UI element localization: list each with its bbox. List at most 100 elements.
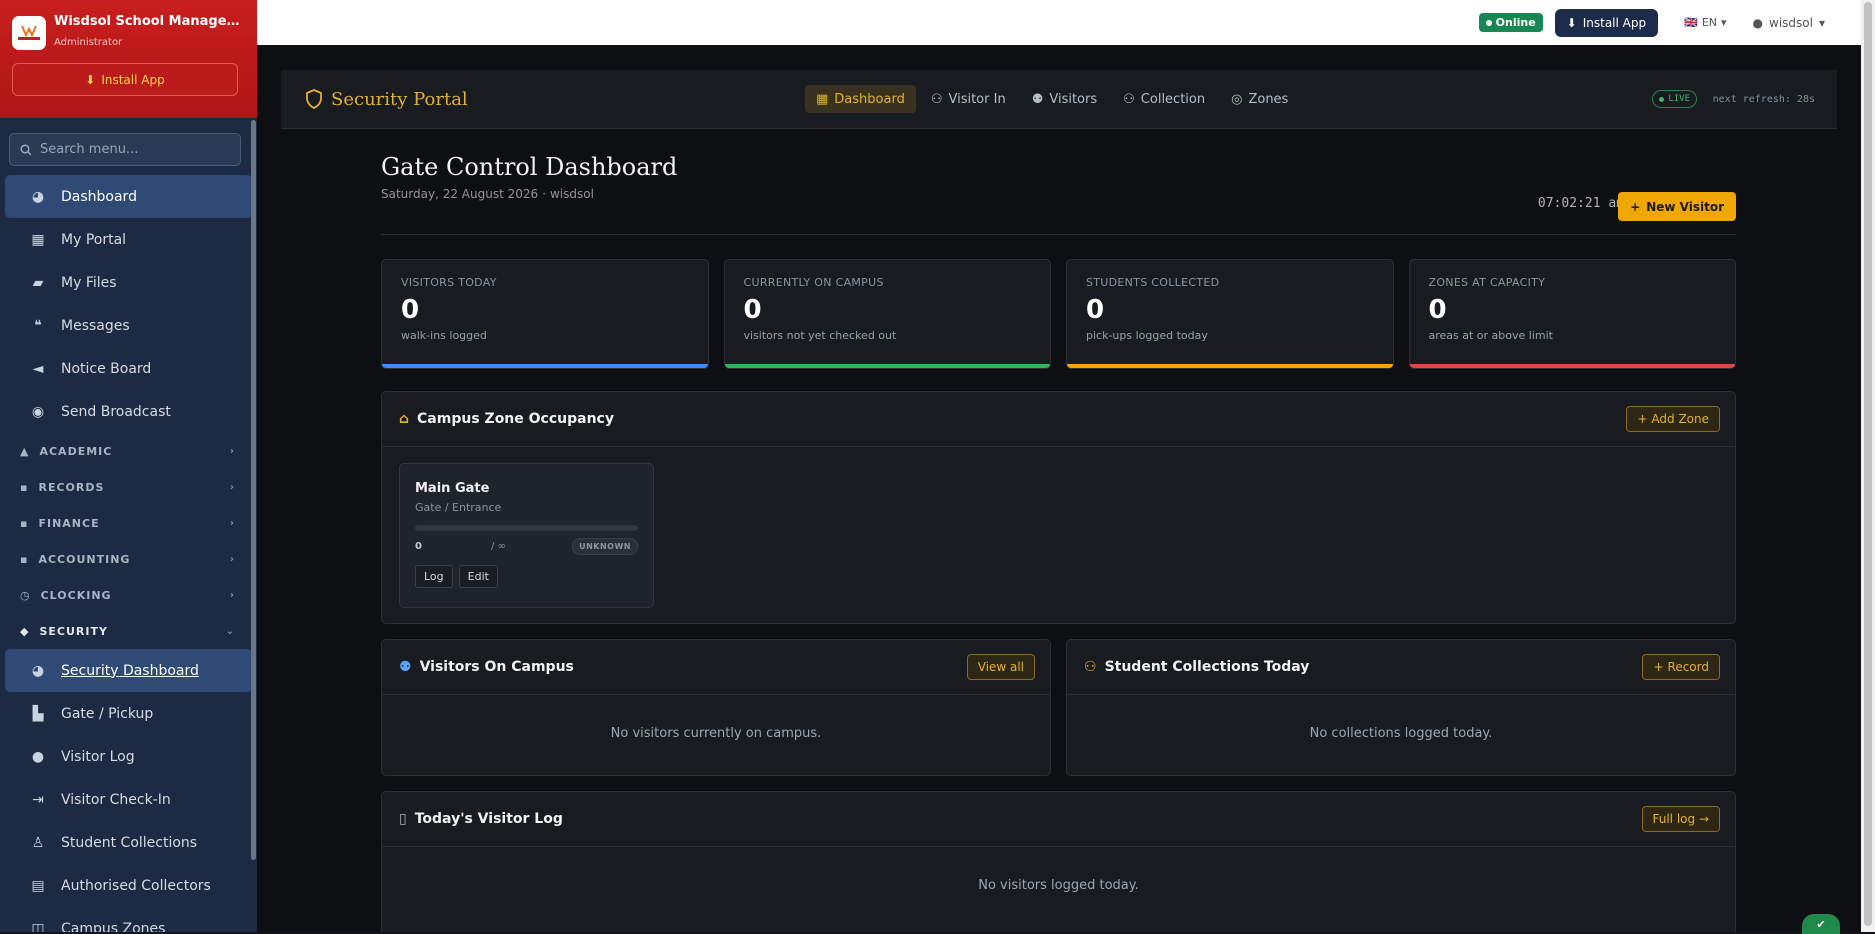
sidebar-item-student-collections[interactable]: ♙ Student Collections xyxy=(5,821,252,864)
calculator-icon: ▪ xyxy=(20,552,29,566)
add-zone-label: Add Zone xyxy=(1651,412,1709,426)
search-icon xyxy=(20,143,32,156)
zone-type: Gate / Entrance xyxy=(415,501,502,514)
user-check-icon: ⚇ xyxy=(1084,659,1097,675)
sidebar-item-send-broadcast[interactable]: ◉ Send Broadcast xyxy=(5,390,252,433)
sidebar-section-security[interactable]: ◆ SECURITY ⌄ xyxy=(0,613,257,649)
portal-brand[interactable]: Security Portal xyxy=(305,89,468,110)
sidebar-item-my-files[interactable]: ▰ My Files xyxy=(5,261,252,304)
users-icon: ⚉ xyxy=(1031,91,1044,107)
sidebar-section-finance[interactable]: ▪ FINANCE › xyxy=(0,505,257,541)
language-label: EN xyxy=(1701,16,1717,29)
page-subtitle: Saturday, 22 August 2026 · wisdsol xyxy=(381,187,594,201)
caret-down-icon: ▾ xyxy=(1818,15,1825,30)
chat-widget-button[interactable]: ✔ xyxy=(1802,914,1840,934)
sidebar-item-visitor-log[interactable]: ● Visitor Log xyxy=(5,735,252,778)
shield-icon: ◆ xyxy=(20,624,30,638)
top-bar: Online ⬇ Install App 🇬🇧 EN ▾ ● wisdsol ▾ xyxy=(257,0,1861,45)
sidebar-item-security-dashboard[interactable]: ◕ Security Dashboard xyxy=(5,649,252,692)
building-icon: ⌂ xyxy=(399,411,410,427)
zone-edit-button[interactable]: Edit xyxy=(458,565,498,588)
user-role: Administrator xyxy=(54,37,123,48)
tab-visitors[interactable]: ⚉ Visitors xyxy=(1021,85,1108,113)
user-check-icon: ⚇ xyxy=(1123,91,1135,107)
new-visitor-button[interactable]: + New Visitor xyxy=(1618,192,1736,221)
flag-icon: 🇬🇧 xyxy=(1684,16,1698,29)
tab-visitor-in[interactable]: ⚇ Visitor In xyxy=(920,85,1017,113)
megaphone-icon: ◄ xyxy=(32,360,44,377)
user-menu[interactable]: ● wisdsol ▾ xyxy=(1753,16,1825,30)
sidebar-item-label: Gate / Pickup xyxy=(61,705,154,722)
sidebar-item-messages[interactable]: ❝ Messages xyxy=(5,304,252,347)
view-all-button[interactable]: View all xyxy=(966,654,1035,680)
full-log-button[interactable]: Full log → xyxy=(1641,806,1720,832)
broadcast-icon: ◉ xyxy=(31,403,45,420)
dashboard-icon: ◕ xyxy=(31,662,45,679)
sidebar-item-visitor-check-in[interactable]: ⇥ Visitor Check-In xyxy=(5,778,252,821)
page-scrollbar[interactable] xyxy=(1861,0,1875,932)
door-icon: ▙ xyxy=(32,705,44,722)
tab-label: Zones xyxy=(1248,91,1289,107)
search-input[interactable] xyxy=(40,142,220,157)
stat-label: STUDENTS COLLECTED xyxy=(1086,276,1220,289)
sidebar-item-my-portal[interactable]: ▦ My Portal xyxy=(5,218,252,261)
sidebar-section-records[interactable]: ▪ RECORDS › xyxy=(0,469,257,505)
sidebar-section-accounting[interactable]: ▪ ACCOUNTING › xyxy=(0,541,257,577)
sidebar-item-label: Send Broadcast xyxy=(61,403,171,420)
stat-accent-bar xyxy=(1409,364,1735,368)
stat-accent-bar xyxy=(724,364,1050,368)
page-user: wisdsol xyxy=(549,187,594,201)
plus-icon: + xyxy=(1637,412,1648,426)
tab-collection[interactable]: ⚇ Collection xyxy=(1112,85,1216,113)
section-label: SECURITY xyxy=(39,624,108,638)
chevron-right-icon: › xyxy=(229,553,235,565)
grid-icon: ▦ xyxy=(31,231,45,248)
scrollbar-thumb[interactable] xyxy=(1864,2,1872,926)
visitor-log-card: ▯ Today's Visitor Log Full log → No visi… xyxy=(381,791,1736,932)
record-button[interactable]: + Record xyxy=(1642,654,1720,680)
money-icon: ▪ xyxy=(20,516,29,530)
empty-state: No visitors logged today. xyxy=(978,878,1139,893)
tab-label: Collection xyxy=(1140,91,1206,107)
sidebar-install-button[interactable]: ⬇ Install App xyxy=(12,63,238,96)
card-title: Student Collections Today xyxy=(1104,659,1310,675)
user-plus-icon: ⚇ xyxy=(930,91,943,107)
stat-label: VISITORS TODAY xyxy=(401,276,497,289)
shield-icon xyxy=(306,89,322,109)
live-badge: LIVE xyxy=(1652,90,1697,108)
stat-label: ZONES AT CAPACITY xyxy=(1428,276,1546,289)
tab-label: Visitor In xyxy=(948,91,1006,107)
sidebar-item-dashboard[interactable]: ◕ Dashboard xyxy=(5,175,252,218)
school-logo xyxy=(12,16,46,50)
sidebar-header: Wisdsol School Manageme... Administrator… xyxy=(0,0,257,118)
sidebar-scrollbar[interactable] xyxy=(251,120,256,860)
download-icon: ⬇ xyxy=(1566,15,1577,30)
sidebar-item-authorised-collectors[interactable]: ▤ Authorised Collectors xyxy=(5,864,252,907)
chat-icon: ❝ xyxy=(34,317,42,334)
stat-desc: walk-ins logged xyxy=(401,329,487,342)
download-icon: ⬇ xyxy=(85,72,96,87)
tab-dashboard[interactable]: ▦ Dashboard xyxy=(805,85,916,113)
stat-card-on-campus: CURRENTLY ON CAMPUS 0 visitors not yet che… xyxy=(723,259,1051,369)
tab-label: Visitors xyxy=(1049,91,1098,107)
sidebar-item-label: Authorised Collectors xyxy=(61,877,211,894)
section-label: FINANCE xyxy=(38,516,100,530)
sidebar-item-gate-pickup[interactable]: ▙ Gate / Pickup xyxy=(5,692,252,735)
zone-capacity: / ∞ xyxy=(491,540,506,552)
card-title: Today's Visitor Log xyxy=(414,811,563,827)
new-visitor-label: New Visitor xyxy=(1646,199,1724,214)
sidebar-section-academic[interactable]: ▲ ACADEMIC › xyxy=(0,433,257,469)
install-app-button[interactable]: ⬇ Install App xyxy=(1554,8,1659,37)
sidebar-item-notice-board[interactable]: ◄ Notice Board xyxy=(5,347,252,390)
language-selector[interactable]: 🇬🇧 EN ▾ xyxy=(1670,16,1740,29)
zone-log-button[interactable]: Log xyxy=(415,565,453,588)
card-header: ▯ Today's Visitor Log Full log → xyxy=(382,792,1735,847)
zone-count-row: 0 / ∞ UNKNOWN xyxy=(415,537,638,555)
add-zone-button[interactable]: + Add Zone xyxy=(1626,406,1720,432)
sidebar-search[interactable] xyxy=(9,133,241,166)
sidebar-item-campus-zones[interactable]: ◫ Campus Zones xyxy=(5,907,252,933)
live-label: LIVE xyxy=(1668,94,1690,104)
sidebar-section-clocking[interactable]: ◷ CLOCKING › xyxy=(0,577,257,613)
page-separator: · xyxy=(542,187,546,201)
tab-zones[interactable]: ◎ Zones xyxy=(1220,85,1299,113)
